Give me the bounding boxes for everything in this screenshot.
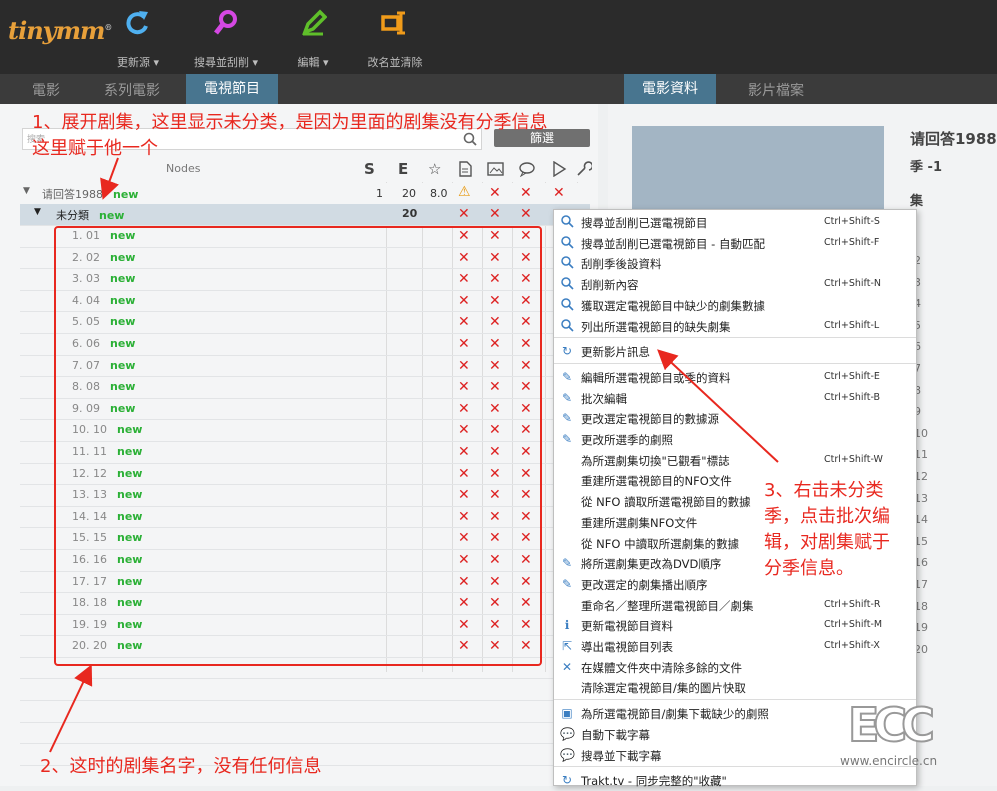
watermark: ECC www.encircle.cn	[840, 698, 937, 768]
watermark-logo: ECC	[847, 698, 936, 752]
arrow-2	[49, 664, 93, 753]
annotation-arrows	[49, 157, 779, 753]
arrow-1	[100, 157, 119, 200]
watermark-url: www.encircle.cn	[840, 754, 938, 768]
arrow-3	[657, 349, 779, 463]
